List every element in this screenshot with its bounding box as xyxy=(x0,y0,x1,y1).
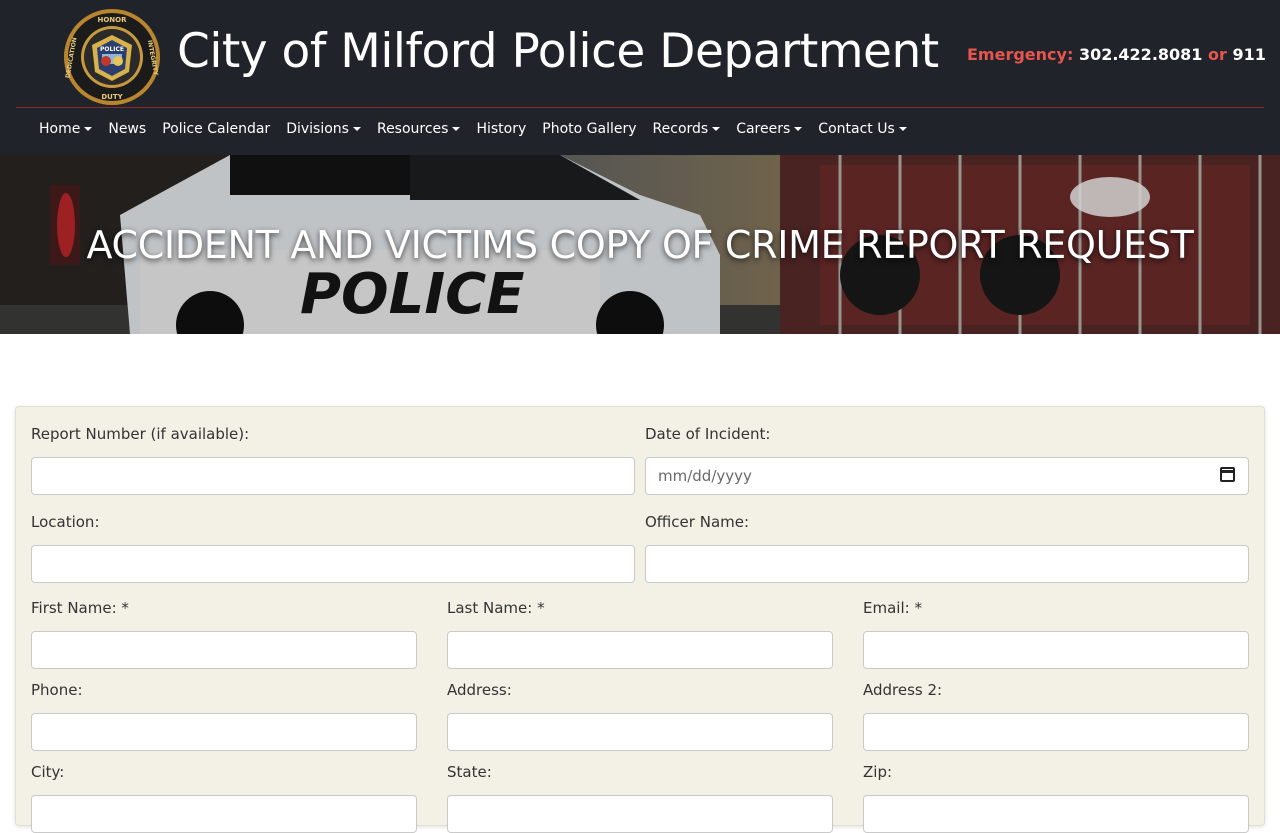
emergency-contact: Emergency: 302.422.8081 or 911 xyxy=(967,45,1266,64)
email-group: Email: * xyxy=(863,599,1249,669)
chevron-down-icon xyxy=(452,127,461,131)
address-group: Address: xyxy=(447,681,833,751)
location-input[interactable] xyxy=(31,545,635,583)
chevron-down-icon xyxy=(794,127,803,131)
chevron-down-icon xyxy=(712,127,721,131)
first-name-group: First Name: * xyxy=(31,599,417,669)
nav-item-news[interactable]: News xyxy=(100,118,154,140)
date-of-incident-label: Date of Incident: xyxy=(645,425,771,443)
nav-item-resources[interactable]: Resources xyxy=(369,118,469,140)
nav-item-divisions[interactable]: Divisions xyxy=(278,118,369,140)
date-of-incident-input[interactable] xyxy=(645,457,1249,495)
first-name-input[interactable] xyxy=(31,631,417,669)
address-label: Address: xyxy=(447,681,512,699)
zip-group: Zip: xyxy=(863,763,1249,833)
state-group: State: xyxy=(447,763,833,833)
nav-item-careers[interactable]: Careers xyxy=(728,118,810,140)
first-name-label: First Name: * xyxy=(31,599,129,617)
officer-name-input[interactable] xyxy=(645,545,1249,583)
phone-group: Phone: xyxy=(31,681,417,751)
phone-label: Phone: xyxy=(31,681,83,699)
address2-label: Address 2: xyxy=(863,681,943,699)
site-title[interactable]: City of Milford Police Department xyxy=(177,24,939,79)
last-name-input[interactable] xyxy=(447,631,833,669)
calendar-icon[interactable] xyxy=(1220,467,1235,482)
hero-banner: POLICE ACCIDENT AND VICTIMS COPY OF CRIM… xyxy=(0,155,1280,334)
report-number-group: Report Number (if available): xyxy=(31,425,635,495)
nav-item-home[interactable]: Home xyxy=(31,118,100,140)
phone-input[interactable] xyxy=(31,713,417,751)
city-label: City: xyxy=(31,763,65,781)
emergency-911[interactable]: 911 xyxy=(1232,45,1265,64)
emergency-label: Emergency: xyxy=(967,45,1074,64)
svg-text:POLICE: POLICE xyxy=(100,46,124,53)
svg-text:DUTY: DUTY xyxy=(101,93,123,101)
page-title: ACCIDENT AND VICTIMS COPY OF CRIME REPOR… xyxy=(86,223,1194,267)
nav-item-contact-us[interactable]: Contact Us xyxy=(810,118,914,140)
nav-item-police-calendar[interactable]: Police Calendar xyxy=(154,118,278,140)
zip-label: Zip: xyxy=(863,763,893,781)
emergency-phone-number[interactable]: 302.422.8081 xyxy=(1079,45,1202,64)
last-name-group: Last Name: * xyxy=(447,599,833,669)
svg-text:HONOR: HONOR xyxy=(97,16,127,24)
chevron-down-icon xyxy=(84,127,93,131)
emergency-or-text: or xyxy=(1208,45,1227,64)
header-divider xyxy=(16,107,1264,108)
city-input[interactable] xyxy=(31,795,417,833)
nav-item-records[interactable]: Records xyxy=(645,118,729,140)
officer-name-label: Officer Name: xyxy=(645,513,750,531)
city-group: City: xyxy=(31,763,417,833)
location-label: Location: xyxy=(31,513,100,531)
report-number-input[interactable] xyxy=(31,457,635,495)
email-label: Email: * xyxy=(863,599,922,617)
site-header: POLICE HONOR DUTY DEDICATION INTEGRITY C… xyxy=(0,0,1280,155)
main-nav: Home News Police Calendar Divisions Reso… xyxy=(31,118,915,140)
state-input[interactable] xyxy=(447,795,833,833)
chevron-down-icon xyxy=(898,127,907,131)
last-name-label: Last Name: * xyxy=(447,599,545,617)
date-of-incident-group: Date of Incident: xyxy=(645,425,1249,495)
nav-item-history[interactable]: History xyxy=(468,118,534,140)
address2-group: Address 2: xyxy=(863,681,1249,751)
nav-item-photo-gallery[interactable]: Photo Gallery xyxy=(534,118,644,140)
address2-input[interactable] xyxy=(863,713,1249,751)
police-badge-logo[interactable]: POLICE HONOR DUTY DEDICATION INTEGRITY xyxy=(62,8,162,106)
location-group: Location: xyxy=(31,513,635,583)
chevron-down-icon xyxy=(352,127,361,131)
address-input[interactable] xyxy=(447,713,833,751)
zip-input[interactable] xyxy=(863,795,1249,833)
email-input[interactable] xyxy=(863,631,1249,669)
report-request-form: Report Number (if available): Date of In… xyxy=(15,406,1265,833)
report-number-label: Report Number (if available): xyxy=(31,425,250,443)
state-label: State: xyxy=(447,763,492,781)
officer-name-group: Officer Name: xyxy=(645,513,1249,583)
